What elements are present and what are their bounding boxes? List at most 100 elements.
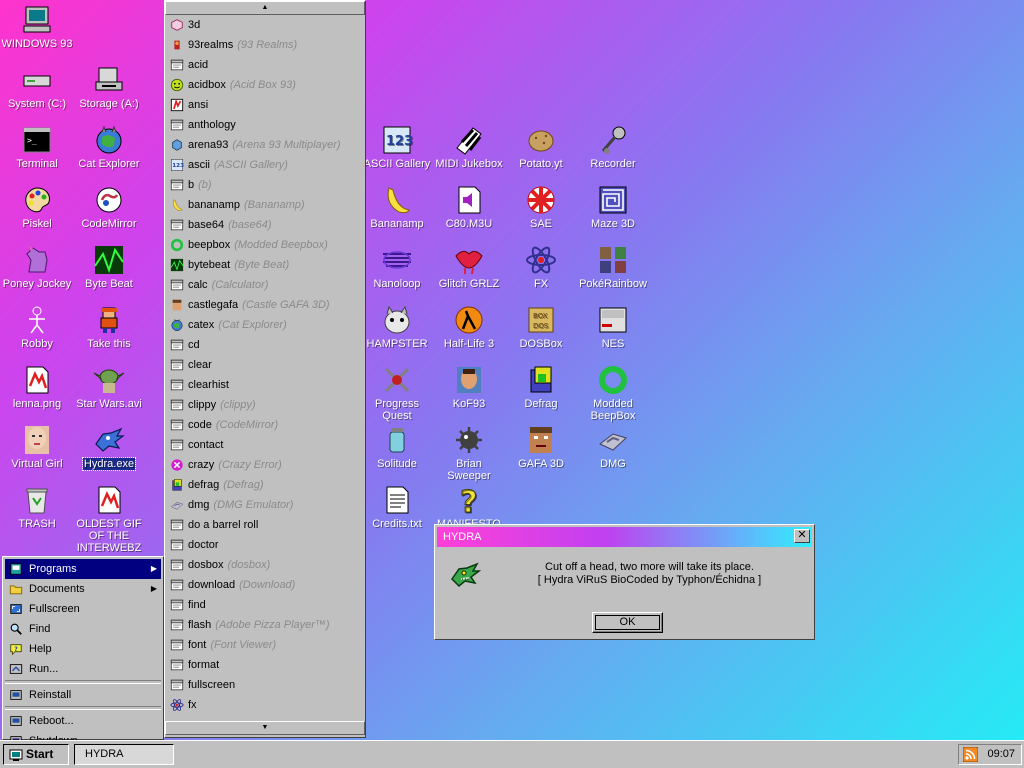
scroll-down-button[interactable]: ▼ [165, 721, 365, 735]
desktop-icon-midi-jukebox[interactable]: MIDI Jukebox [432, 124, 506, 170]
desktop-icon-cat-explorer[interactable]: Cat Explorer [72, 124, 146, 170]
desktop-icon-glitch[interactable]: Glitch GRLZ [432, 244, 506, 290]
start-menu-item-run[interactable]: Run... [5, 659, 161, 679]
desktop-icon-dosbox[interactable]: BOX DOS DOSBox [504, 304, 578, 350]
desktop-icon-system[interactable]: System (C:) [0, 64, 74, 110]
desktop-icon-hydra[interactable]: Hydra.exe [72, 424, 146, 471]
program-command: defrag [188, 479, 220, 491]
desktop-icon-ascii-gallery[interactable]: 123 ASCII Gallery [360, 124, 434, 170]
desktop-icon-codemirror[interactable]: CodeMirror [72, 184, 146, 230]
desktop-icon-dmg[interactable]: DMG [576, 424, 650, 470]
program-item[interactable]: fx [165, 695, 365, 715]
program-item[interactable]: defrag (Defrag) [165, 475, 365, 495]
desktop-icon-brian-sweeper[interactable]: Brian Sweeper [432, 424, 506, 482]
desktop-icon-lenna[interactable]: lenna.png [0, 364, 74, 410]
program-item[interactable]: 93realms (93 Realms) [165, 35, 365, 55]
program-item[interactable]: clear [165, 355, 365, 375]
program-command: acidbox [188, 79, 226, 91]
start-menu-item-programs[interactable]: Programs ▶ [5, 559, 161, 579]
scroll-up-button[interactable]: ▲ [165, 1, 365, 15]
desktop-icon-solitude[interactable]: Solitude [360, 424, 434, 470]
rss-icon[interactable] [963, 747, 978, 762]
desktop-icon-progress-quest[interactable]: Progress Quest [360, 364, 434, 422]
desktop-icon-piskel[interactable]: Piskel [0, 184, 74, 230]
program-item[interactable]: acidbox (Acid Box 93) [165, 75, 365, 95]
desktop-icon-oldest-gif[interactable]: OLDEST GIF OF THE INTERWEBZ [72, 484, 146, 554]
program-item[interactable]: cd [165, 335, 365, 355]
start-menu-item-reinstall[interactable]: Reinstall [5, 685, 161, 705]
program-alias: (b) [198, 179, 212, 191]
desktop-icon-hampster[interactable]: HAMPSTER [360, 304, 434, 350]
start-menu-item-documents[interactable]: Documents ▶ [5, 579, 161, 599]
desktop-icon-windows93[interactable]: WINDOWS 93 [0, 4, 74, 50]
desktop-icon-robby[interactable]: Robby [0, 304, 74, 350]
program-item[interactable]: calc (Calculator) [165, 275, 365, 295]
desktop-icon-nanoloop[interactable]: Nanoloop [360, 244, 434, 290]
program-item[interactable]: catex (Cat Explorer) [165, 315, 365, 335]
desktop-icon-nes[interactable]: NES [576, 304, 650, 350]
clock: 09:07 [987, 748, 1015, 760]
svg-text:>_: >_ [27, 136, 37, 145]
desktop-icon-pokerainbow[interactable]: PokéRainbow [576, 244, 650, 290]
program-item[interactable]: dosbox (dosbox) [165, 555, 365, 575]
start-menu-item-fullscreen[interactable]: Fullscreen [5, 599, 161, 619]
desktop-icon-virtual-girl[interactable]: Virtual Girl [0, 424, 74, 470]
program-item[interactable]: arena93 (Arena 93 Multiplayer) [165, 135, 365, 155]
program-item[interactable]: font (Font Viewer) [165, 635, 365, 655]
desktop-icon-take-this[interactable]: Take this [72, 304, 146, 350]
program-item[interactable]: b (b) [165, 175, 365, 195]
desktop-icon-storage[interactable]: Storage (A:) [72, 64, 146, 110]
taskbar-button-hydra[interactable]: HYDRA [74, 744, 174, 765]
desktop-icon-credits[interactable]: Credits.txt [360, 484, 434, 530]
desktop-icon-sae[interactable]: SAE [504, 184, 578, 230]
desktop-icon-maze3d[interactable]: Maze 3D [576, 184, 650, 230]
program-item[interactable]: 3d [165, 15, 365, 35]
program-item[interactable]: fullscreen [165, 675, 365, 695]
close-button[interactable]: ✕ [794, 529, 810, 543]
desktop-icon-kof93[interactable]: KoF93 [432, 364, 506, 410]
program-item[interactable]: contact [165, 435, 365, 455]
program-item[interactable]: crazy (Crazy Error) [165, 455, 365, 475]
program-item[interactable]: anthology [165, 115, 365, 135]
desktop-icon-bananamp[interactable]: Bananamp [360, 184, 434, 230]
program-item[interactable]: doctor [165, 535, 365, 555]
desktop-icon-trash[interactable]: TRASH [0, 484, 74, 530]
program-item[interactable]: find [165, 595, 365, 615]
program-item[interactable]: bytebeat (Byte Beat) [165, 255, 365, 275]
dialog-title-bar[interactable]: HYDRA ✕ [437, 527, 812, 547]
start-menu-item-find[interactable]: Find [5, 619, 161, 639]
desktop-icon-fx[interactable]: FX [504, 244, 578, 290]
desktop-icon-label: Potato.yt [519, 158, 563, 170]
program-item[interactable]: do a barrel roll [165, 515, 365, 535]
program-item[interactable]: clearhist [165, 375, 365, 395]
program-item[interactable]: 123 ascii (ASCII Gallery) [165, 155, 365, 175]
program-alias: (DMG Emulator) [213, 499, 294, 511]
desktop-icon-halflife[interactable]: Half-Life 3 [432, 304, 506, 350]
program-item[interactable]: bananamp (Bananamp) [165, 195, 365, 215]
desktop-icon-gafa3d[interactable]: GAFA 3D [504, 424, 578, 470]
desktop-icon-potato[interactable]: Potato.yt [504, 124, 578, 170]
program-item[interactable]: acid [165, 55, 365, 75]
program-item[interactable]: code (CodeMirror) [165, 415, 365, 435]
desktop-icon-modded-beepbox[interactable]: Modded BeepBox [576, 364, 650, 422]
desktop-icon-defrag[interactable]: Defrag [504, 364, 578, 410]
program-item[interactable]: clippy (clippy) [165, 395, 365, 415]
desktop-icon-terminal[interactable]: >_ Terminal [0, 124, 74, 170]
ok-button[interactable]: OK [592, 612, 663, 633]
desktop-icon-star-wars[interactable]: Star Wars.avi [72, 364, 146, 410]
program-item[interactable]: base64 (base64) [165, 215, 365, 235]
program-item[interactable]: format [165, 655, 365, 675]
desktop-icon-poney-jockey[interactable]: Poney Jockey [0, 244, 74, 290]
program-item[interactable]: ansi [165, 95, 365, 115]
desktop-icon-c80[interactable]: C80.M3U [432, 184, 506, 230]
program-item[interactable]: dmg (DMG Emulator) [165, 495, 365, 515]
start-menu-item-reboot[interactable]: Reboot... [5, 711, 161, 731]
desktop-icon-byte-beat[interactable]: Byte Beat [72, 244, 146, 290]
program-item[interactable]: flash (Adobe Pizza Player™) [165, 615, 365, 635]
start-menu-item-help[interactable]: ? Help [5, 639, 161, 659]
program-item[interactable]: beepbox (Modded Beepbox) [165, 235, 365, 255]
program-item[interactable]: castlegafa (Castle GAFA 3D) [165, 295, 365, 315]
start-button[interactable]: Start [3, 744, 69, 765]
desktop-icon-recorder[interactable]: Recorder [576, 124, 650, 170]
program-item[interactable]: download (Download) [165, 575, 365, 595]
